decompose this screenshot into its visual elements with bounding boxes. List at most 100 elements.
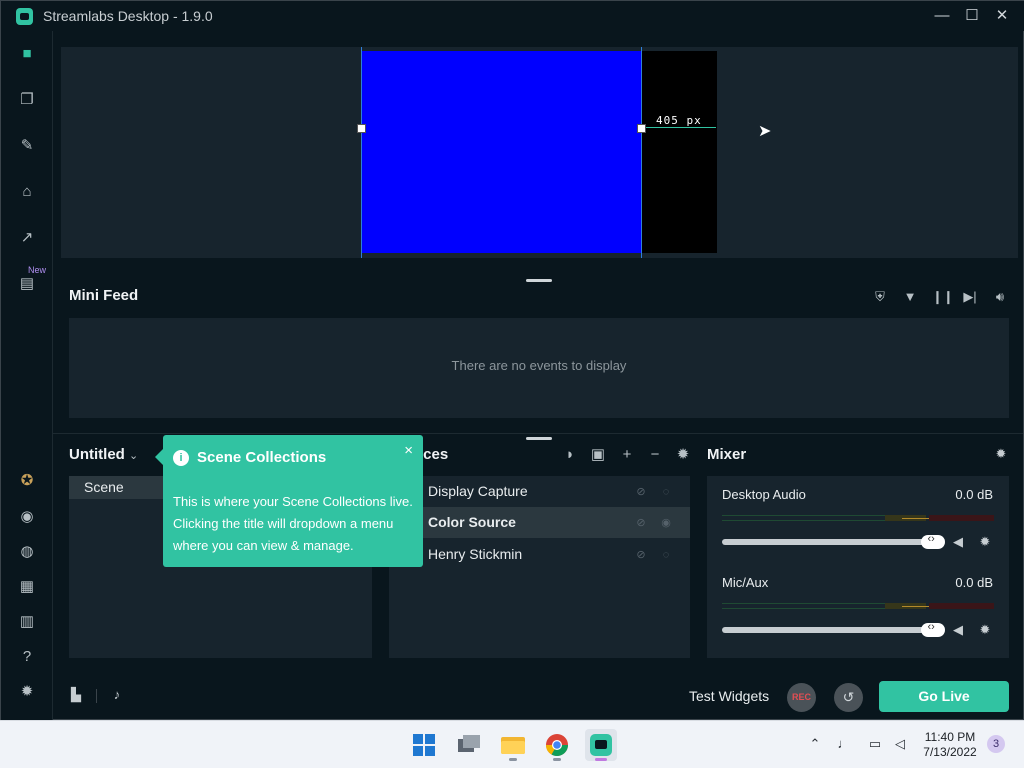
- chrome-icon: [546, 734, 568, 756]
- chrome-button[interactable]: [541, 729, 573, 761]
- replay-icon: ↺: [842, 689, 855, 705]
- stats-icon[interactable]: ▙: [68, 687, 84, 703]
- visibility-icon[interactable]: ◉: [659, 516, 673, 530]
- chevron-down-icon: ⌄: [129, 450, 139, 462]
- replay-buffer-button[interactable]: ↺: [834, 683, 863, 712]
- chat-icon[interactable]: ◍: [17, 542, 37, 562]
- notification-bell-icon[interactable]: ♪: [109, 687, 125, 703]
- scene-collections-tooltip: i Scene Collections × This is where your…: [155, 435, 423, 567]
- close-button[interactable]: ✕: [989, 5, 1015, 27]
- store-icon[interactable]: ⌂: [17, 182, 37, 202]
- clock-time: 11:40 PM: [924, 730, 976, 744]
- clock[interactable]: 11:40 PM 7/13/2022: [920, 730, 980, 760]
- add-source-icon[interactable]: +: [618, 446, 636, 464]
- highlighter-icon[interactable]: ▤: [17, 274, 37, 294]
- speaker-icon[interactable]: ◀: [950, 534, 966, 550]
- volume-icon[interactable]: 🔊︎: [992, 289, 1008, 305]
- scene-collection-name: Untitled: [69, 446, 125, 463]
- streamlabs-taskbar-button[interactable]: [585, 729, 617, 761]
- go-live-button[interactable]: Go Live: [879, 681, 1009, 712]
- scene-collection-title[interactable]: Untitled ⌄: [69, 446, 138, 463]
- themes-icon[interactable]: ✎: [17, 136, 37, 156]
- clock-date: 7/13/2022: [923, 745, 977, 759]
- streamlabs-window: Streamlabs Desktop - 1.9.0 — ☐ ✕ ■ ❐ ✎ ⌂…: [0, 0, 1024, 721]
- guide-line-right: [641, 47, 642, 258]
- volume-slider-knob[interactable]: [921, 621, 946, 637]
- preview-splitter[interactable]: [526, 279, 552, 282]
- analytics-icon[interactable]: ↗: [17, 228, 37, 248]
- source-item[interactable]: Color Source ⊘ ◉: [389, 507, 690, 538]
- prime-icon[interactable]: ✪: [17, 471, 37, 491]
- mixer-panel: Desktop Audio 0.0 dB ◀ ✹ Mic/Aux 0.0 dB …: [707, 476, 1009, 658]
- color-source-preview[interactable]: [362, 51, 641, 253]
- record-button[interactable]: REC: [787, 683, 816, 712]
- apps-icon[interactable]: ▦: [17, 577, 37, 597]
- title-bar: Streamlabs Desktop - 1.9.0 — ☐ ✕: [1, 1, 1024, 31]
- settings-icon[interactable]: ✹: [17, 682, 37, 702]
- windows-logo-icon: [413, 734, 435, 756]
- pause-icon[interactable]: ❙❙: [932, 289, 954, 305]
- volume-slider[interactable]: [722, 539, 940, 545]
- lock-icon[interactable]: ⊘: [634, 516, 648, 530]
- test-widgets-button[interactable]: Test Widgets: [689, 688, 769, 704]
- channel-settings-icon[interactable]: ✹: [977, 534, 993, 550]
- resize-handle-left[interactable]: [357, 124, 366, 133]
- visibility-icon[interactable]: ◌: [659, 485, 673, 499]
- mixer-settings-icon[interactable]: ✹: [993, 446, 1009, 462]
- visibility-icon[interactable]: ◌: [659, 548, 673, 562]
- start-button[interactable]: [408, 729, 440, 761]
- notification-count-badge[interactable]: 3: [987, 735, 1005, 753]
- left-navigation: ■ ❐ ✎ ⌂ ↗ New ▤ ✪ ◉ ◍ ▦ ▥ ? ✹: [1, 31, 53, 721]
- mixer-channel-name: Desktop Audio: [722, 487, 806, 502]
- folder-icon: [501, 737, 525, 754]
- resize-handle-right[interactable]: [637, 124, 646, 133]
- guide-line-left: [361, 47, 362, 258]
- minimize-button[interactable]: —: [929, 5, 955, 27]
- mixer-channel-name: Mic/Aux: [722, 575, 769, 590]
- task-view-icon: [458, 735, 480, 752]
- mini-feed-title: Mini Feed: [69, 287, 139, 304]
- tooltip-title: Scene Collections: [197, 449, 327, 466]
- mouse-cursor-icon: ➤: [758, 123, 772, 140]
- sources-panel: Display Capture ⊘ ◌ Color Source ⊘ ◉ Hen…: [389, 476, 690, 658]
- mini-feed-panel: There are no events to display: [69, 318, 1009, 418]
- editor-icon[interactable]: ■: [17, 44, 37, 64]
- channel-settings-icon[interactable]: ✹: [977, 622, 993, 638]
- layout-icon[interactable]: ▥: [17, 612, 37, 632]
- help-icon[interactable]: ?: [17, 647, 37, 667]
- measure-label: 405 px: [656, 114, 702, 127]
- task-view-button[interactable]: [453, 729, 485, 761]
- speaker-tray-icon[interactable]: ◁: [891, 735, 909, 753]
- source-item[interactable]: Henry Stickmin ⊘ ◌: [389, 539, 690, 570]
- volume-slider[interactable]: [722, 627, 940, 633]
- layers-icon[interactable]: ❐: [17, 90, 37, 110]
- maximize-button[interactable]: ☐: [959, 5, 985, 27]
- volume-meter: [722, 515, 994, 525]
- dashboard-icon[interactable]: ◉: [17, 507, 37, 527]
- tooltip-close-button[interactable]: ×: [404, 442, 413, 459]
- speaker-icon[interactable]: ◀: [950, 622, 966, 638]
- shield-icon[interactable]: ⛨: [872, 289, 888, 305]
- mini-feed-empty-text: There are no events to display: [451, 358, 627, 373]
- filter-icon[interactable]: ▼: [902, 289, 918, 305]
- add-folder-icon[interactable]: ▣: [589, 446, 607, 464]
- lock-icon[interactable]: ⊘: [634, 485, 648, 499]
- source-settings-icon[interactable]: ✹: [674, 446, 692, 464]
- source-item[interactable]: Display Capture ⊘ ◌: [389, 476, 690, 507]
- skip-icon[interactable]: ▶|: [962, 289, 978, 305]
- network-icon[interactable]: ▭: [866, 735, 884, 753]
- audio-source-icon[interactable]: ◗: [561, 446, 579, 464]
- mixer-channel-db: 0.0 dB: [955, 575, 993, 590]
- volume-slider-knob[interactable]: [921, 533, 946, 549]
- remove-source-icon[interactable]: −: [646, 446, 664, 464]
- chevron-up-icon[interactable]: ⌃: [806, 735, 824, 753]
- file-explorer-button[interactable]: [497, 729, 529, 761]
- window-title: Streamlabs Desktop - 1.9.0: [43, 8, 213, 24]
- feed-splitter[interactable]: [526, 437, 552, 440]
- measure-line: [646, 127, 716, 128]
- footer-divider: [96, 689, 97, 703]
- microphone-icon[interactable]: ♩: [835, 735, 853, 753]
- source-item-label: Display Capture: [428, 483, 528, 499]
- scene-item-label: Scene: [84, 479, 124, 495]
- lock-icon[interactable]: ⊘: [634, 548, 648, 562]
